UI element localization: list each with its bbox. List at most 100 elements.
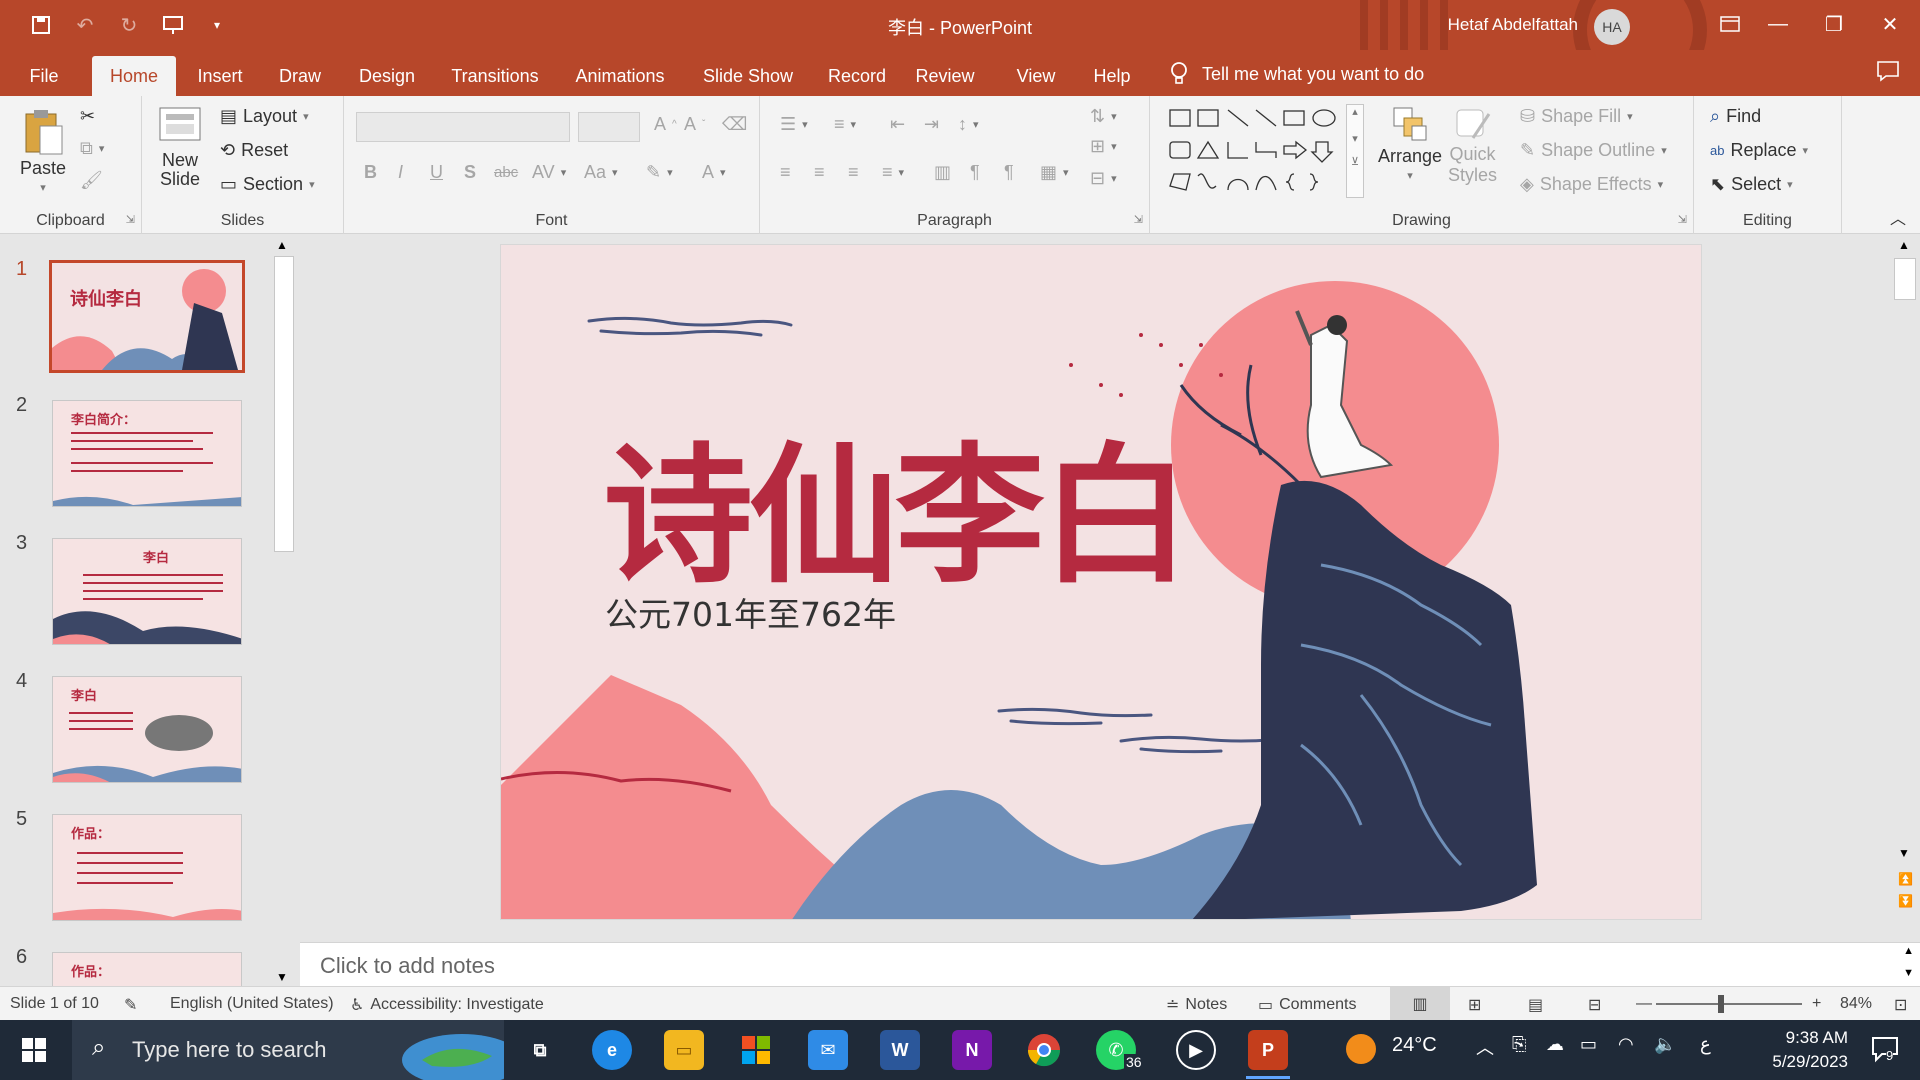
columns-icon[interactable]: ▥ (934, 162, 951, 183)
text-direction-icon[interactable]: ⇅ ▾ (1090, 106, 1117, 127)
taskbar-clock[interactable]: 9:38 AM 5/29/2023 (1772, 1026, 1848, 1074)
tab-record[interactable]: Record (822, 56, 892, 96)
tab-review[interactable]: Review (910, 56, 980, 96)
zoom-level[interactable]: 84% (1840, 995, 1872, 1013)
next-slide-icon[interactable]: ⏬ (1898, 894, 1913, 908)
shape-effects-button[interactable]: ◈ Shape Effects ▾ (1520, 174, 1663, 195)
notes-button[interactable]: ≐ Notes (1166, 995, 1227, 1015)
comments-button[interactable]: ▭ Comments (1258, 995, 1356, 1015)
comments-icon[interactable] (1876, 60, 1900, 87)
tab-animations[interactable]: Animations (564, 56, 676, 96)
drawing-dialog-launcher-icon[interactable]: ⇲ (1678, 213, 1687, 226)
fit-slide-icon[interactable]: ⊡ (1894, 995, 1907, 1015)
tab-transitions[interactable]: Transitions (444, 56, 546, 96)
cut-icon[interactable]: ✂ (80, 106, 95, 127)
tab-insert[interactable]: Insert (188, 56, 252, 96)
shape-outline-button[interactable]: ✎ Shape Outline ▾ (1520, 140, 1667, 161)
task-view-icon[interactable]: ⧉ (520, 1030, 560, 1070)
new-slide-button[interactable]: New Slide (158, 104, 202, 190)
scroll-up-icon[interactable]: ▲ (1898, 238, 1910, 252)
normal-view-icon[interactable]: ▥ (1390, 987, 1450, 1021)
minimize-icon[interactable]: — (1758, 6, 1798, 42)
slide-thumbnail-2[interactable]: 李白简介： (52, 400, 242, 507)
decrease-font-size-icon[interactable]: Aˇ (684, 114, 705, 135)
line-spacing-icon[interactable]: ↕ ▾ (958, 114, 979, 135)
shapes-gallery-scroll[interactable]: ▴ ▾ ⊻ (1346, 104, 1364, 198)
notes-scroll-down-icon[interactable]: ▼ (1903, 967, 1914, 979)
collapse-ribbon-icon[interactable]: ︿ (1890, 205, 1906, 229)
ltr-icon[interactable]: ¶ (970, 162, 980, 183)
slide-thumbnail-4[interactable]: 李白 (52, 676, 242, 783)
smartart-icon[interactable]: ⊟ ▾ (1090, 168, 1117, 189)
increase-font-size-icon[interactable]: A ^ (654, 114, 677, 135)
zoom-in-icon[interactable]: + (1812, 995, 1821, 1013)
strikethrough-button[interactable]: abc (494, 164, 518, 181)
close-icon[interactable]: ✕ (1870, 6, 1910, 42)
tell-me-search[interactable]: Tell me what you want to do (1170, 62, 1424, 86)
edge-icon[interactable]: e (592, 1030, 632, 1070)
bold-button[interactable]: B (364, 162, 377, 183)
scroll-up-icon[interactable]: ▲ (276, 238, 288, 252)
thumbnail-scroll-thumb[interactable] (274, 256, 294, 552)
shapes-gallery[interactable] (1166, 106, 1342, 196)
canvas-scrollbar[interactable]: ▲ ▼ ⏫ ⏬ (1890, 234, 1920, 942)
scroll-down-icon[interactable]: ▼ (276, 970, 288, 984)
arrange-button[interactable]: Arrange ▾ (1378, 104, 1442, 182)
slide-thumbnail-1[interactable]: 诗仙李白 (49, 260, 245, 373)
windows-start-icon[interactable] (22, 1038, 46, 1067)
tab-slide-show[interactable]: Slide Show (694, 56, 802, 96)
accessibility-button[interactable]: ♿ Accessibility: Investigate (350, 995, 544, 1015)
section-button[interactable]: ▭ Section ▾ (220, 174, 315, 195)
bullets-icon[interactable]: ☰ ▾ (780, 114, 808, 135)
paste-button[interactable]: Paste ▾ (20, 106, 66, 194)
slide-title[interactable]: 诗仙李白 (603, 395, 1191, 612)
zoom-out-icon[interactable]: — (1636, 995, 1652, 1013)
language-indicator[interactable]: English (United States) (170, 995, 334, 1013)
replace-button[interactable]: ab Replace ▾ (1710, 140, 1808, 161)
slide-subtitle[interactable]: 公元701年至762年 (605, 588, 896, 636)
align-center-icon[interactable]: ≡ (814, 162, 825, 183)
reading-view-icon[interactable]: ▤ (1528, 995, 1543, 1015)
thumbnail-scrollbar[interactable]: ▲ ▼ (270, 234, 298, 986)
select-button[interactable]: ⬉ Select ▾ (1710, 174, 1793, 195)
onenote-icon[interactable]: N (952, 1030, 992, 1070)
slide-1[interactable]: 诗仙李白 公元701年至762年 (500, 244, 1702, 920)
justify-icon[interactable]: ≡ ▾ (882, 162, 904, 183)
slide-thumbnail-6[interactable]: 作品： (52, 952, 242, 986)
tab-view[interactable]: View (1006, 56, 1066, 96)
file-explorer-icon[interactable]: ▭ (664, 1030, 704, 1070)
taskbar-search-box[interactable]: ⌕ Type here to search (72, 1020, 504, 1080)
italic-button[interactable]: I (398, 162, 403, 183)
wifi-icon[interactable]: ◠ (1618, 1034, 1634, 1055)
input-language[interactable]: ع (1700, 1034, 1711, 1055)
align-left-icon[interactable]: ≡ (780, 162, 791, 183)
copy-icon[interactable]: ⧉ ▾ (80, 138, 104, 159)
microsoft-store-icon[interactable] (736, 1030, 776, 1070)
battery-icon[interactable]: ▭ (1580, 1034, 1597, 1055)
slide-sorter-icon[interactable]: ⊞ (1468, 995, 1481, 1015)
media-player-icon[interactable]: ▶ (1176, 1030, 1216, 1070)
powerpoint-icon[interactable]: P (1248, 1030, 1288, 1070)
dialog-launcher-icon[interactable]: ⇲ (126, 213, 135, 226)
tab-draw[interactable]: Draw (270, 56, 330, 96)
zoom-slider-thumb[interactable] (1718, 995, 1724, 1013)
spelling-icon[interactable]: ✎ (124, 995, 137, 1015)
underline-button[interactable]: U (430, 162, 443, 183)
temperature[interactable]: 24°C (1392, 1034, 1437, 1057)
chrome-icon[interactable] (1024, 1030, 1064, 1070)
change-case-button[interactable]: Aa ▾ (584, 162, 618, 183)
slide-thumbnail-5[interactable]: 作品： (52, 814, 242, 921)
volume-icon[interactable]: 🔈 (1654, 1034, 1676, 1055)
highlight-icon[interactable]: ✎ ▾ (646, 162, 673, 183)
mail-icon[interactable]: ✉ (808, 1030, 848, 1070)
decrease-indent-icon[interactable]: ⇤ (890, 114, 905, 135)
clear-formatting-icon[interactable]: ⌫ (722, 114, 747, 135)
user-name[interactable]: Hetaf Abdelfattah (1448, 15, 1578, 35)
numbering-icon[interactable]: ≡ ▾ (834, 114, 856, 135)
convert-smartart-icon[interactable]: ▦ ▾ (1040, 162, 1069, 183)
previous-slide-icon[interactable]: ⏫ (1898, 872, 1913, 886)
paragraph-dialog-launcher-icon[interactable]: ⇲ (1134, 213, 1143, 226)
rtl-icon[interactable]: ¶ (1004, 162, 1014, 183)
font-name-combobox[interactable] (356, 112, 570, 142)
shadow-button[interactable]: S (464, 162, 476, 183)
